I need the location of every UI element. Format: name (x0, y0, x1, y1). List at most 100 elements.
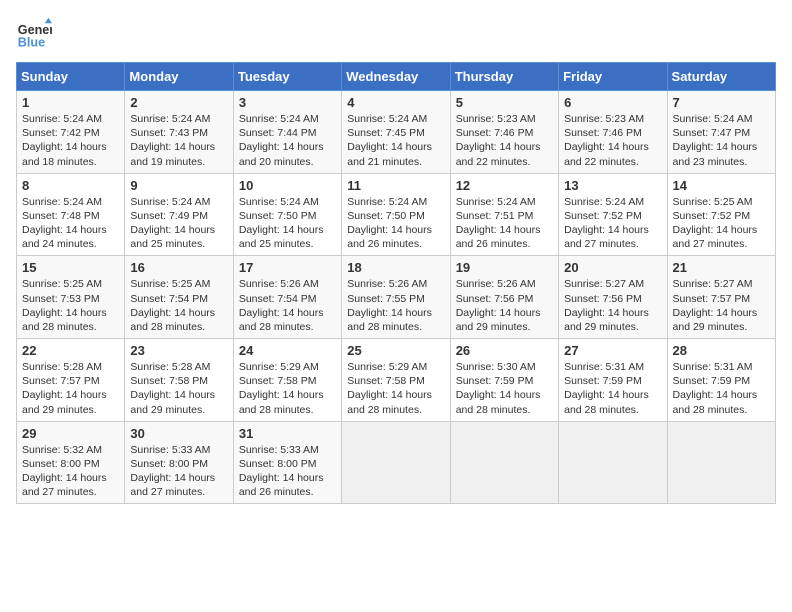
calendar-cell: 3 Sunrise: 5:24 AMSunset: 7:44 PMDaylight… (233, 91, 341, 174)
cell-content: Sunrise: 5:24 AMSunset: 7:48 PMDaylight:… (22, 195, 119, 252)
calendar-cell: 25Sunrise: 5:29 AMSunset: 7:58 PMDayligh… (342, 339, 450, 422)
cell-content: Sunrise: 5:24 AMSunset: 7:43 PMDaylight:… (130, 112, 227, 169)
calendar-cell: 7 Sunrise: 5:24 AMSunset: 7:47 PMDaylight… (667, 91, 775, 174)
cell-content: Sunrise: 5:24 AMSunset: 7:44 PMDaylight:… (239, 112, 336, 169)
calendar-cell: 15Sunrise: 5:25 AMSunset: 7:53 PMDayligh… (17, 256, 125, 339)
day-number: 26 (456, 343, 553, 358)
calendar-cell: 17 Sunrise: 5:26 AMSunset: 7:54 PMDayligh… (233, 256, 341, 339)
calendar-cell: 31 Sunrise: 5:33 AMSunset: 8:00 PMDayligh… (233, 421, 341, 504)
cell-content: Sunrise: 5:33 AMSunset: 8:00 PMDaylight:… (239, 443, 336, 500)
day-number: 16 (130, 260, 227, 275)
logo-icon: General Blue (16, 16, 52, 52)
calendar-cell: 30Sunrise: 5:33 AMSunset: 8:00 PMDayligh… (125, 421, 233, 504)
calendar-body: 1 Sunrise: 5:24 AMSunset: 7:42 PMDaylight… (17, 91, 776, 504)
cell-content: Sunrise: 5:26 AMSunset: 7:54 PMDaylight:… (239, 277, 336, 334)
cell-content: Sunrise: 5:23 AMSunset: 7:46 PMDaylight:… (564, 112, 661, 169)
day-number: 14 (673, 178, 770, 193)
calendar-cell: 9 Sunrise: 5:24 AMSunset: 7:49 PMDaylight… (125, 173, 233, 256)
day-number: 15 (22, 260, 119, 275)
calendar-cell: 21 Sunrise: 5:27 AMSunset: 7:57 PMDayligh… (667, 256, 775, 339)
cell-content: Sunrise: 5:30 AMSunset: 7:59 PMDaylight:… (456, 360, 553, 417)
day-number: 3 (239, 95, 336, 110)
calendar-cell: 6 Sunrise: 5:23 AMSunset: 7:46 PMDaylight… (559, 91, 667, 174)
cell-content: Sunrise: 5:24 AMSunset: 7:49 PMDaylight:… (130, 195, 227, 252)
day-number: 18 (347, 260, 444, 275)
day-header-thursday: Thursday (450, 63, 558, 91)
day-number: 21 (673, 260, 770, 275)
day-number: 31 (239, 426, 336, 441)
svg-text:Blue: Blue (18, 36, 45, 50)
day-number: 7 (673, 95, 770, 110)
calendar-week-1: 1 Sunrise: 5:24 AMSunset: 7:42 PMDaylight… (17, 91, 776, 174)
calendar-cell: 19 Sunrise: 5:26 AMSunset: 7:56 PMDayligh… (450, 256, 558, 339)
calendar-cell: 23 Sunrise: 5:28 AMSunset: 7:58 PMDayligh… (125, 339, 233, 422)
calendar-week-4: 22Sunrise: 5:28 AMSunset: 7:57 PMDayligh… (17, 339, 776, 422)
day-number: 8 (22, 178, 119, 193)
calendar-cell: 18 Sunrise: 5:26 AMSunset: 7:55 PMDayligh… (342, 256, 450, 339)
cell-content: Sunrise: 5:24 AMSunset: 7:42 PMDaylight:… (22, 112, 119, 169)
cell-content: Sunrise: 5:31 AMSunset: 7:59 PMDaylight:… (564, 360, 661, 417)
day-number: 5 (456, 95, 553, 110)
cell-content: Sunrise: 5:25 AMSunset: 7:54 PMDaylight:… (130, 277, 227, 334)
cell-content: Sunrise: 5:24 AMSunset: 7:45 PMDaylight:… (347, 112, 444, 169)
day-number: 9 (130, 178, 227, 193)
cell-content: Sunrise: 5:25 AMSunset: 7:52 PMDaylight:… (673, 195, 770, 252)
calendar-cell: 2 Sunrise: 5:24 AMSunset: 7:43 PMDaylight… (125, 91, 233, 174)
day-number: 10 (239, 178, 336, 193)
day-header-friday: Friday (559, 63, 667, 91)
calendar-header-row: SundayMondayTuesdayWednesdayThursdayFrid… (17, 63, 776, 91)
day-number: 20 (564, 260, 661, 275)
calendar-cell: 20 Sunrise: 5:27 AMSunset: 7:56 PMDayligh… (559, 256, 667, 339)
calendar-week-5: 29Sunrise: 5:32 AMSunset: 8:00 PMDayligh… (17, 421, 776, 504)
day-number: 13 (564, 178, 661, 193)
day-number: 2 (130, 95, 227, 110)
calendar-cell (667, 421, 775, 504)
cell-content: Sunrise: 5:24 AMSunset: 7:52 PMDaylight:… (564, 195, 661, 252)
calendar-cell (559, 421, 667, 504)
cell-content: Sunrise: 5:24 AMSunset: 7:51 PMDaylight:… (456, 195, 553, 252)
page-header: General Blue (16, 16, 776, 52)
cell-content: Sunrise: 5:26 AMSunset: 7:55 PMDaylight:… (347, 277, 444, 334)
calendar-cell: 14 Sunrise: 5:25 AMSunset: 7:52 PMDayligh… (667, 173, 775, 256)
calendar-cell: 1 Sunrise: 5:24 AMSunset: 7:42 PMDaylight… (17, 91, 125, 174)
day-number: 19 (456, 260, 553, 275)
calendar-table: SundayMondayTuesdayWednesdayThursdayFrid… (16, 62, 776, 504)
cell-content: Sunrise: 5:27 AMSunset: 7:57 PMDaylight:… (673, 277, 770, 334)
cell-content: Sunrise: 5:32 AMSunset: 8:00 PMDaylight:… (22, 443, 119, 500)
day-number: 11 (347, 178, 444, 193)
calendar-cell: 24 Sunrise: 5:29 AMSunset: 7:58 PMDayligh… (233, 339, 341, 422)
day-number: 12 (456, 178, 553, 193)
calendar-cell: 12 Sunrise: 5:24 AMSunset: 7:51 PMDayligh… (450, 173, 558, 256)
cell-content: Sunrise: 5:26 AMSunset: 7:56 PMDaylight:… (456, 277, 553, 334)
day-number: 1 (22, 95, 119, 110)
day-number: 4 (347, 95, 444, 110)
cell-content: Sunrise: 5:31 AMSunset: 7:59 PMDaylight:… (673, 360, 770, 417)
calendar-week-3: 15Sunrise: 5:25 AMSunset: 7:53 PMDayligh… (17, 256, 776, 339)
day-number: 6 (564, 95, 661, 110)
day-number: 22 (22, 343, 119, 358)
day-number: 25 (347, 343, 444, 358)
logo: General Blue (16, 16, 52, 52)
cell-content: Sunrise: 5:27 AMSunset: 7:56 PMDaylight:… (564, 277, 661, 334)
cell-content: Sunrise: 5:24 AMSunset: 7:50 PMDaylight:… (347, 195, 444, 252)
calendar-cell: 22Sunrise: 5:28 AMSunset: 7:57 PMDayligh… (17, 339, 125, 422)
day-header-wednesday: Wednesday (342, 63, 450, 91)
cell-content: Sunrise: 5:28 AMSunset: 7:58 PMDaylight:… (130, 360, 227, 417)
cell-content: Sunrise: 5:29 AMSunset: 7:58 PMDaylight:… (239, 360, 336, 417)
calendar-cell: 10 Sunrise: 5:24 AMSunset: 7:50 PMDayligh… (233, 173, 341, 256)
calendar-cell: 16 Sunrise: 5:25 AMSunset: 7:54 PMDayligh… (125, 256, 233, 339)
calendar-cell: 27 Sunrise: 5:31 AMSunset: 7:59 PMDayligh… (559, 339, 667, 422)
cell-content: Sunrise: 5:24 AMSunset: 7:47 PMDaylight:… (673, 112, 770, 169)
day-number: 30 (130, 426, 227, 441)
day-number: 24 (239, 343, 336, 358)
calendar-cell (450, 421, 558, 504)
day-header-tuesday: Tuesday (233, 63, 341, 91)
cell-content: Sunrise: 5:23 AMSunset: 7:46 PMDaylight:… (456, 112, 553, 169)
day-header-monday: Monday (125, 63, 233, 91)
day-number: 23 (130, 343, 227, 358)
day-number: 27 (564, 343, 661, 358)
day-number: 28 (673, 343, 770, 358)
day-number: 17 (239, 260, 336, 275)
day-header-sunday: Sunday (17, 63, 125, 91)
cell-content: Sunrise: 5:24 AMSunset: 7:50 PMDaylight:… (239, 195, 336, 252)
